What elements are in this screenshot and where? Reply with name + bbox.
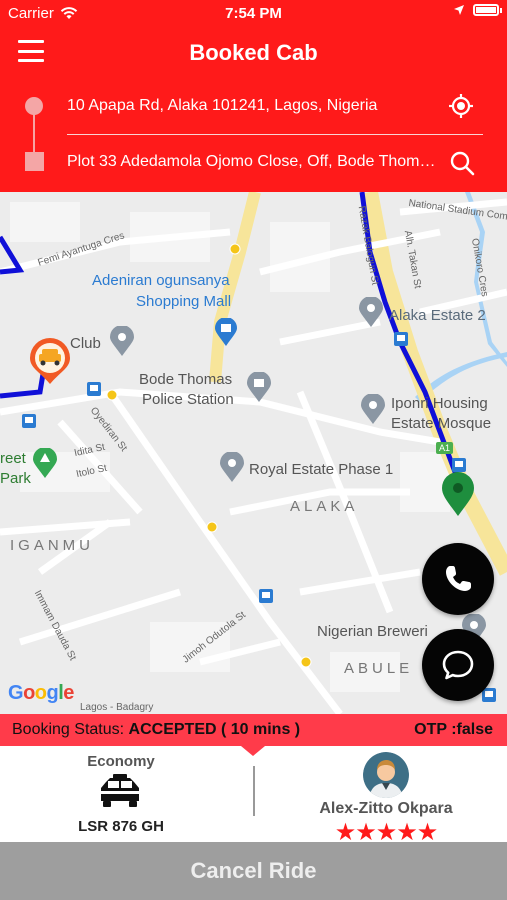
poi-brewery-label: Nigerian Breweri bbox=[317, 623, 428, 640]
location-arrow-icon bbox=[454, 5, 464, 15]
place-pin-icon bbox=[220, 452, 244, 482]
page-title: Booked Cab bbox=[189, 40, 318, 65]
poi-police-label-1: Bode Thomas bbox=[139, 371, 233, 388]
chat-button[interactable] bbox=[422, 629, 494, 701]
booking-status-label: Booking Status: bbox=[12, 721, 125, 738]
booking-status-value: ACCEPTED ( 10 mins ) bbox=[128, 721, 301, 738]
park-pin-icon bbox=[33, 448, 57, 478]
clock: 7:54 PM bbox=[225, 5, 282, 22]
place-pin-icon bbox=[110, 326, 134, 356]
transit-stop-icon bbox=[229, 243, 241, 255]
ride-info-panel: Economy LSR 876 GH Alex-Zitto Okpara ★★★… bbox=[0, 746, 507, 846]
driver-avatar bbox=[363, 752, 409, 798]
search-icon[interactable] bbox=[449, 150, 475, 176]
bus-stop-icon bbox=[22, 414, 36, 428]
drop-marker-icon bbox=[25, 152, 44, 171]
panel-divider bbox=[253, 766, 255, 816]
booking-status-bar: Booking Status: ACCEPTED ( 10 mins ) OTP… bbox=[0, 714, 507, 746]
police-pin-icon bbox=[247, 372, 271, 402]
poi-alaka-estate-label: Alaka Estate 2 bbox=[389, 307, 486, 324]
address-divider bbox=[67, 134, 483, 135]
call-button[interactable] bbox=[422, 543, 494, 615]
poi-royal-estate-label: Royal Estate Phase 1 bbox=[249, 461, 394, 478]
transit-stop-icon bbox=[106, 389, 118, 401]
area-label-iganmu: IGANMU bbox=[10, 537, 94, 554]
street-label: Lagos - Badagry bbox=[80, 702, 154, 713]
ride-type: Economy bbox=[87, 753, 155, 770]
pickup-address[interactable]: 10 Apapa Rd, Alaka 101241, Lagos, Nigeri… bbox=[67, 97, 439, 115]
car-icon bbox=[99, 774, 141, 807]
booking-status: Booking Status: ACCEPTED ( 10 mins ) bbox=[12, 721, 300, 739]
status-bar: Carrier 7:54 PM bbox=[0, 0, 507, 28]
highway-shield: A1 bbox=[436, 442, 454, 454]
poi-mall-label-2: Shopping Mall bbox=[136, 293, 232, 310]
bus-stop-icon bbox=[482, 688, 496, 702]
battery-icon bbox=[473, 4, 502, 16]
chat-bubble-icon bbox=[442, 650, 474, 680]
header: Booked Cab 10 Apapa Rd, Alaka 101241, La… bbox=[0, 28, 507, 192]
shopping-bag-icon bbox=[215, 318, 237, 346]
poi-club-label: Club bbox=[70, 335, 101, 352]
area-label-alaka: ALAKA bbox=[290, 498, 359, 515]
pickup-marker-icon bbox=[25, 97, 43, 115]
poi-park-label-2: Park bbox=[0, 470, 31, 487]
poi-park-label-1: reet bbox=[0, 450, 26, 467]
driver-name: Alex-Zitto Okpara bbox=[319, 800, 453, 817]
poi-police-label-2: Police Station bbox=[142, 391, 234, 408]
vehicle-plate: LSR 876 GH bbox=[78, 818, 164, 835]
drop-address[interactable]: Plot 33 Adedamola Ojomo Close, Off, Bode… bbox=[67, 153, 439, 171]
cancel-ride-button[interactable]: Cancel Ride bbox=[0, 842, 507, 900]
poi-iponri-label-2: Estate Mosque bbox=[391, 415, 492, 432]
bus-stop-icon bbox=[452, 458, 466, 472]
transit-stop-icon bbox=[300, 656, 312, 668]
poi-mall-label-1: Adeniran ogunsanya bbox=[92, 272, 230, 289]
map-view[interactable]: Femi Ayantuga Cres Razak Balogun St Alh.… bbox=[0, 192, 507, 714]
poi-iponri-label-1: Iponri Housing bbox=[391, 395, 488, 412]
bus-stop-icon bbox=[394, 332, 408, 346]
destination-marker-icon bbox=[442, 472, 474, 516]
mosque-pin-icon bbox=[361, 394, 385, 424]
google-logo: Google bbox=[8, 682, 74, 704]
transit-stop-icon bbox=[206, 521, 218, 533]
place-pin-icon bbox=[359, 297, 383, 327]
current-location-icon[interactable] bbox=[448, 93, 474, 119]
taxi-marker-icon bbox=[30, 338, 70, 384]
bus-stop-icon bbox=[259, 589, 273, 603]
status-pointer bbox=[241, 746, 265, 756]
bus-stop-icon bbox=[87, 382, 101, 396]
otp-value: OTP :false bbox=[414, 721, 493, 738]
phone-icon bbox=[446, 566, 471, 591]
area-label-abule: ABULE bbox=[344, 660, 414, 677]
